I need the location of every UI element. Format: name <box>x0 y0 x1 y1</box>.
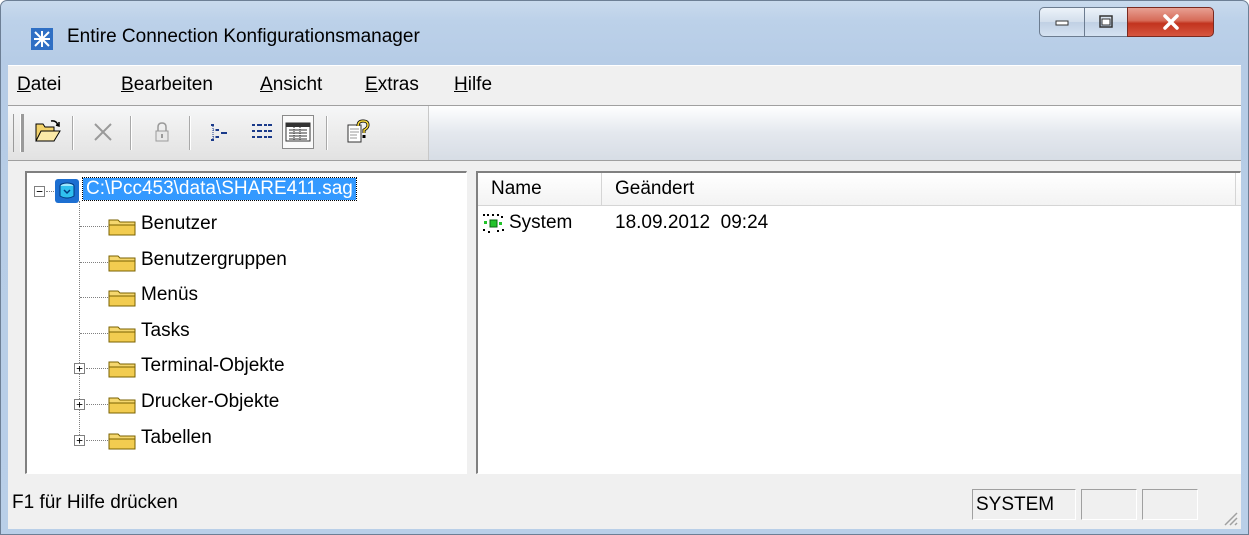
tree-connector <box>80 333 108 334</box>
open-folder-icon <box>35 120 61 142</box>
folder-icon <box>108 255 136 272</box>
status-panel-3 <box>1142 489 1198 520</box>
context-help-icon <box>347 119 370 143</box>
title-bar[interactable]: Entire Connection Konfigurationsmanager <box>1 1 1248 65</box>
tree-root-label[interactable]: C:\Pcc453\data\SHARE411.sag <box>82 177 357 201</box>
menu-bar: Datei Bearbeiten Ansicht Extras Hilfe <box>8 65 1241 105</box>
tree-connector <box>86 440 108 441</box>
menu-ansicht[interactable]: Ansicht <box>260 74 322 96</box>
menu-bearbeiten-accel: B <box>121 74 134 95</box>
list-view-icon <box>252 124 272 138</box>
tree-view-icon <box>211 124 227 141</box>
tree-node-drucker-objekte[interactable]: Drucker-Objekte <box>141 391 279 413</box>
list-item-changed: 18.09.2012 09:24 <box>615 212 769 233</box>
folder-icon <box>108 397 136 414</box>
folder-icon <box>108 326 136 343</box>
toolbar-separator <box>326 116 328 150</box>
root-collapse-toggle[interactable]: − <box>34 186 45 197</box>
menu-bearbeiten-label: earbeiten <box>133 74 213 95</box>
app-icon <box>31 28 53 50</box>
toolbar-separator <box>72 116 74 150</box>
menu-bearbeiten[interactable]: Bearbeiten <box>121 74 213 96</box>
toolbar-strip <box>8 106 429 160</box>
status-panel-2 <box>1081 489 1137 520</box>
details-view-icon <box>285 122 311 142</box>
app-window: Entire Connection Konfigurationsmanager … <box>0 0 1249 535</box>
close-button[interactable] <box>1127 7 1214 37</box>
list-header: Name Geändert <box>478 173 1241 206</box>
open-button[interactable] <box>32 115 64 149</box>
minimize-icon <box>1055 20 1069 26</box>
tree-node-tabellen[interactable]: Tabellen <box>141 427 212 449</box>
close-icon <box>1162 14 1179 30</box>
user-group-icon <box>483 214 504 233</box>
tree-connector <box>46 191 54 192</box>
tabellen-expand-toggle[interactable]: + <box>74 435 85 446</box>
folder-icon <box>108 290 136 307</box>
lock-button[interactable] <box>146 115 178 149</box>
tree-node-terminal-objekte[interactable]: Terminal-Objekte <box>141 355 285 377</box>
menu-datei-accel: D <box>17 74 31 95</box>
toolbar-grip[interactable] <box>13 114 21 152</box>
folder-icon <box>108 219 136 236</box>
menu-datei-label: atei <box>30 74 62 95</box>
tree-connector <box>86 368 108 369</box>
delete-x-icon <box>94 123 112 141</box>
folder-icon <box>108 361 136 378</box>
list-pane[interactable]: Name Geändert System 18.09.2012 09:24 <box>476 171 1241 474</box>
database-icon <box>55 179 79 203</box>
tree-connector <box>86 404 108 405</box>
drucker-objekte-expand-toggle[interactable]: + <box>74 399 85 410</box>
menu-hilfe-accel: H <box>454 74 468 95</box>
tree-node-menues[interactable]: Menüs <box>141 284 198 306</box>
tree-node-benutzer[interactable]: Benutzer <box>141 213 217 235</box>
maximize-icon <box>1099 15 1113 28</box>
help-button[interactable] <box>343 115 375 149</box>
window-title: Entire Connection Konfigurationsmanager <box>67 26 420 47</box>
toolbar <box>8 105 1241 161</box>
toolbar-separator <box>189 116 191 150</box>
list-view-button[interactable] <box>246 115 278 149</box>
tree-node-tasks[interactable]: Tasks <box>141 320 190 342</box>
menu-ansicht-accel: A <box>260 74 273 95</box>
terminal-objekte-expand-toggle[interactable]: + <box>74 363 85 374</box>
menu-extras-label: xtras <box>377 74 419 95</box>
column-header-changed[interactable]: Geändert <box>602 173 1236 205</box>
minimize-button[interactable] <box>1039 7 1085 37</box>
lock-icon <box>155 122 169 142</box>
tree-connector <box>80 297 108 298</box>
tree-node-benutzergruppen[interactable]: Benutzergruppen <box>141 249 287 271</box>
client-area: Datei Bearbeiten Ansicht Extras Hilfe − … <box>8 65 1241 529</box>
menu-hilfe-label: ilfe <box>467 74 493 95</box>
tree-view-button[interactable] <box>204 115 236 149</box>
folder-icon <box>108 433 136 450</box>
status-panel-user: SYSTEM <box>972 489 1076 520</box>
details-view-button[interactable] <box>282 115 314 149</box>
status-bar: F1 für Hilfe drücken SYSTEM <box>8 480 1241 529</box>
menu-extras-accel: E <box>365 74 378 95</box>
menu-extras[interactable]: Extras <box>365 74 419 96</box>
delete-button[interactable] <box>87 115 119 149</box>
list-item-name: System <box>509 212 573 233</box>
menu-ansicht-label: nsicht <box>272 74 323 95</box>
menu-datei[interactable]: Datei <box>17 74 61 96</box>
tree-connector <box>80 262 108 263</box>
maximize-button[interactable] <box>1084 7 1128 37</box>
menu-hilfe[interactable]: Hilfe <box>454 74 492 96</box>
tree-connector <box>80 226 108 227</box>
resize-grip-icon[interactable] <box>1219 507 1239 527</box>
status-text: F1 für Hilfe drücken <box>12 492 178 513</box>
list-item[interactable]: System 18.09.2012 09:24 <box>478 209 1238 237</box>
column-header-name[interactable]: Name <box>478 173 602 205</box>
tree-pane[interactable]: − C:\Pcc453\data\SHARE411.sag Benutzer B… <box>25 171 467 474</box>
toolbar-separator <box>130 116 132 150</box>
